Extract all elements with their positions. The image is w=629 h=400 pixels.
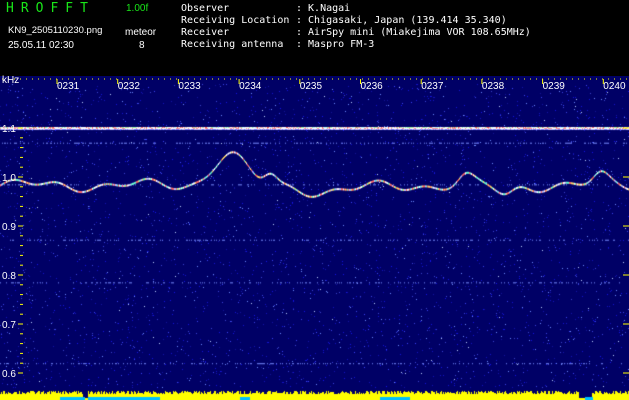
time-label: 0233 — [178, 81, 201, 92]
capture-datetime: 25.05.11 02:30 — [8, 40, 74, 51]
mode-value: 8 — [139, 40, 145, 51]
observer-value: : K.Nagai — [296, 3, 351, 14]
mode-label: meteor — [125, 27, 157, 38]
unit-label: kHz — [2, 75, 20, 86]
time-label: 0236 — [361, 81, 384, 92]
receiver-value: : AirSpy mini (Miakejima VOR 108.65MHz) — [296, 27, 531, 38]
freq-label: 0.9 — [2, 222, 16, 233]
freq-label: 1.1 — [2, 124, 16, 135]
observer-label: Observer — [181, 3, 230, 14]
time-label: 0235 — [300, 81, 323, 92]
app-version: 1.00f — [126, 3, 149, 14]
receiver-label: Receiver — [181, 27, 230, 38]
app-brand: HROFFT — [6, 1, 95, 16]
freq-label: 0.8 — [2, 271, 16, 282]
freq-label: 0.6 — [2, 369, 16, 380]
time-label: 0238 — [482, 81, 505, 92]
antenna-label: Receiving antenna — [181, 39, 284, 50]
time-label: 0231 — [57, 81, 80, 92]
location-value: : Chigasaki, Japan (139.414 35.340) — [296, 15, 507, 26]
location-label: Receiving Location — [181, 15, 290, 26]
spectrogram: 0231 0232 0233 0234 0235 0236 0237 0238 0239 0240… — [0, 76, 629, 400]
image-filename: KN9_2505110230.png — [8, 25, 103, 36]
time-label: 0239 — [543, 81, 566, 92]
freq-label: 1.0 — [2, 173, 16, 184]
antenna-value: : Maspro FM-3 — [296, 39, 375, 50]
time-label: 0234 — [239, 81, 262, 92]
time-label: 0237 — [421, 81, 444, 92]
freq-label: 0.7 — [2, 320, 16, 331]
spectrogram-overlay: 0231 0232 0233 0234 0235 0236 0237 0238 0239 0240… — [2, 78, 629, 380]
time-label: 0240 — [603, 81, 626, 92]
time-label: 0232 — [118, 81, 141, 92]
